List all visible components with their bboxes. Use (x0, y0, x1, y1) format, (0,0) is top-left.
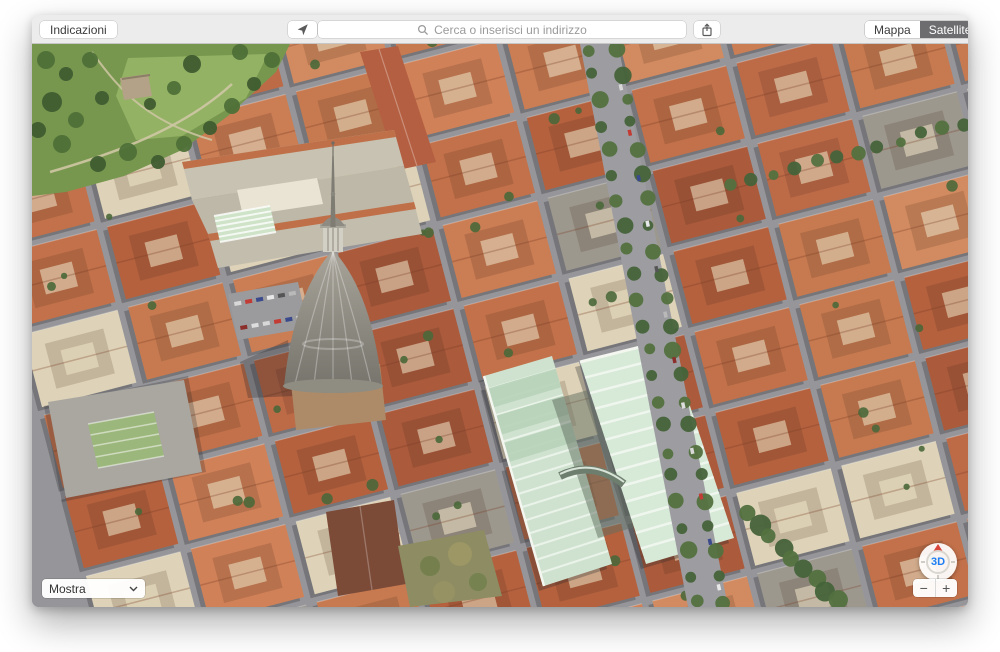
directions-button[interactable]: Indicazioni (40, 21, 117, 38)
show-dropdown-label: Mostra (49, 581, 86, 596)
compass-tick-west (921, 561, 925, 563)
show-dropdown[interactable]: Mostra (42, 579, 145, 598)
search-input[interactable]: Cerca o inserisci un indirizzo (318, 21, 686, 38)
satellite-map[interactable] (32, 44, 968, 607)
maps-window: Indicazioni Cerca o inserisci un indiriz… (32, 15, 968, 607)
map-type-segmented-control: Mappa Satellite (865, 21, 968, 38)
compass-tick-east (951, 561, 955, 563)
zoom-in-button[interactable]: + (936, 579, 958, 597)
zoom-out-button[interactable]: − (913, 579, 936, 597)
zoom-control: − + (913, 579, 957, 597)
segment-mappa[interactable]: Mappa (865, 21, 920, 38)
map-area: Mostra 3D − + (32, 44, 968, 607)
toolbar: Indicazioni Cerca o inserisci un indiriz… (32, 15, 968, 44)
location-arrow-icon (296, 23, 309, 36)
compass-3d-label: 3D (930, 556, 946, 568)
share-button[interactable] (694, 21, 720, 38)
chevron-down-icon (129, 586, 138, 592)
search-placeholder: Cerca o inserisci un indirizzo (434, 22, 587, 37)
segment-satellite[interactable]: Satellite (919, 21, 968, 38)
share-icon (701, 22, 713, 37)
compass-3d-button[interactable]: 3D (919, 543, 957, 581)
search-icon (417, 24, 429, 36)
current-location-button[interactable] (288, 21, 317, 38)
